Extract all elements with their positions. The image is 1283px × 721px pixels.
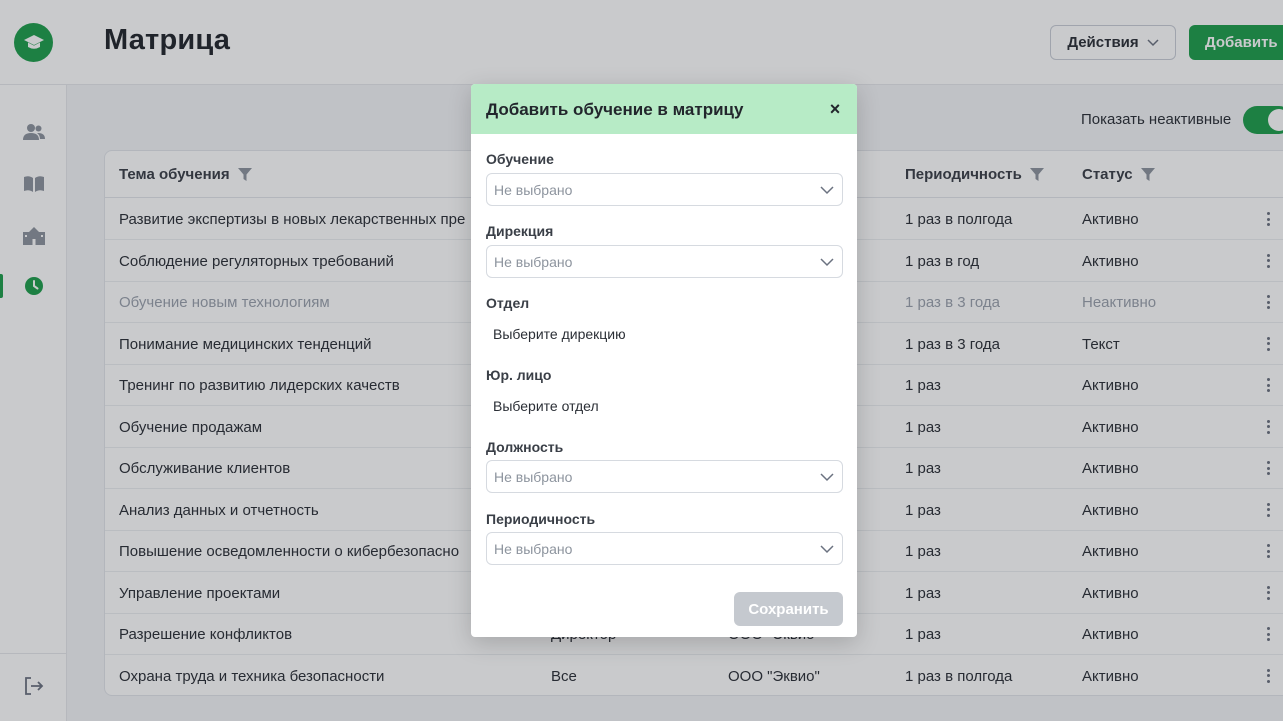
training-select-value: Не выбрано	[494, 182, 573, 198]
chevron-down-icon	[820, 545, 834, 554]
department-label: Отдел	[486, 295, 530, 311]
position-select[interactable]: Не выбрано	[486, 460, 843, 493]
app-root: Матрица Действия Добавить Показать неакт…	[0, 0, 1283, 721]
chevron-down-icon	[820, 258, 834, 267]
training-select[interactable]: Не выбрано	[486, 173, 843, 206]
department-hint: Выберите дирекцию	[493, 326, 626, 342]
training-label: Обучение	[486, 151, 554, 167]
close-icon[interactable]: ×	[825, 99, 845, 119]
save-button[interactable]: Сохранить	[734, 592, 843, 626]
add-training-modal: Добавить обучение в матрицу × Обучение Н…	[471, 84, 857, 637]
position-label: Должность	[486, 439, 564, 455]
direction-label: Дирекция	[486, 223, 554, 239]
direction-select-value: Не выбрано	[494, 254, 573, 270]
periodicity-select-value: Не выбрано	[494, 541, 573, 557]
direction-select[interactable]: Не выбрано	[486, 245, 843, 278]
legal-entity-label: Юр. лицо	[486, 367, 552, 383]
periodicity-label: Периодичность	[486, 511, 596, 527]
chevron-down-icon	[820, 473, 834, 482]
periodicity-select[interactable]: Не выбрано	[486, 532, 843, 565]
position-select-value: Не выбрано	[494, 469, 573, 485]
modal-title: Добавить обучение в матрицу	[486, 100, 744, 119]
chevron-down-icon	[820, 186, 834, 195]
modal-header: Добавить обучение в матрицу ×	[471, 84, 857, 134]
legal-entity-hint: Выберите отдел	[493, 398, 599, 414]
